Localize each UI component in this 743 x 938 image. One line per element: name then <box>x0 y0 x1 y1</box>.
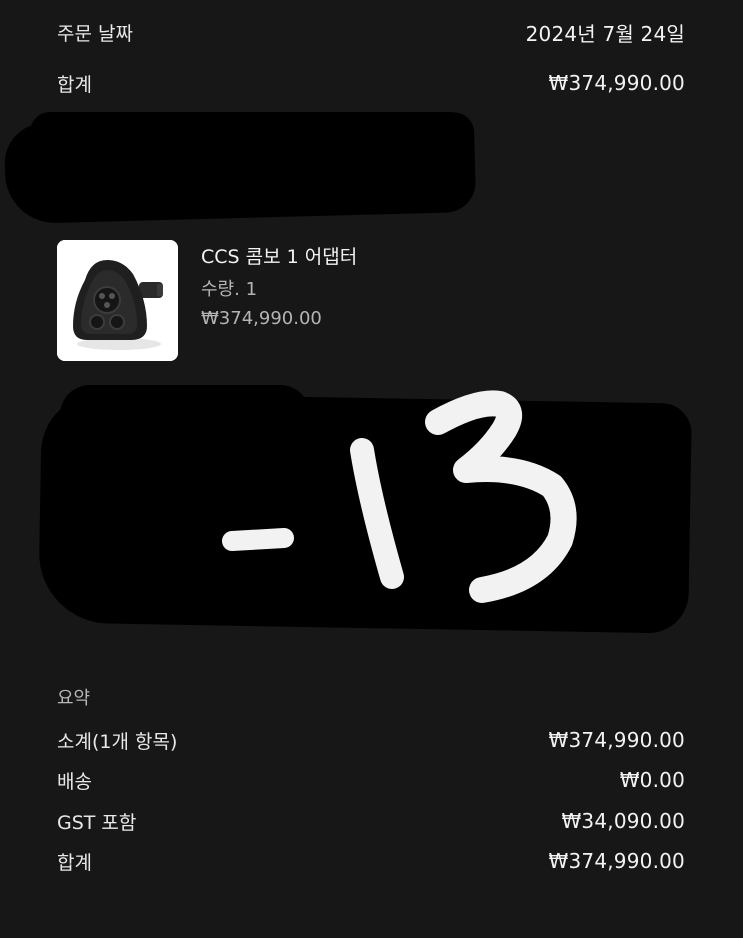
product-price: ₩374,990.00 <box>201 308 322 329</box>
order-date-row: 주문 날짜 2024년 7월 24일 <box>57 18 685 46</box>
summary-row: 배송 ₩0.00 <box>57 766 685 794</box>
redacted-address-block-extra <box>60 385 310 445</box>
order-total-row: 합계 ₩374,990.00 <box>57 69 685 97</box>
summary-row: 합계 ₩374,990.00 <box>57 847 685 875</box>
summary-shipping-label: 배송 <box>57 770 92 793</box>
summary-total-label: 합계 <box>57 851 92 874</box>
summary-gst-label: GST 포함 <box>57 811 137 834</box>
summary-row: GST 포함 ₩34,090.00 <box>57 807 685 835</box>
order-total-label: 합계 <box>57 73 92 96</box>
summary-shipping-value: ₩0.00 <box>619 768 685 792</box>
summary-row: 소계(1개 항목) ₩374,990.00 <box>57 726 685 754</box>
product-title[interactable]: CCS 콤보 1 어댑터 <box>201 242 357 269</box>
summary-subtotal-label: 소계(1개 항목) <box>57 730 178 753</box>
summary-total-value: ₩374,990.00 <box>548 849 685 873</box>
summary-subtotal-value: ₩374,990.00 <box>548 728 685 752</box>
order-date-label: 주문 날짜 <box>57 22 133 45</box>
order-total-value: ₩374,990.00 <box>548 71 685 95</box>
order-date-value: 2024년 7월 24일 <box>525 21 685 46</box>
summary-title: 요약 <box>57 688 91 709</box>
product-image[interactable] <box>57 240 178 361</box>
product-quantity: 수량. 1 <box>201 279 258 300</box>
summary-gst-value: ₩34,090.00 <box>561 809 685 833</box>
redacted-shipping-block-extra <box>30 112 470 152</box>
adapter-image-icon <box>57 240 178 361</box>
